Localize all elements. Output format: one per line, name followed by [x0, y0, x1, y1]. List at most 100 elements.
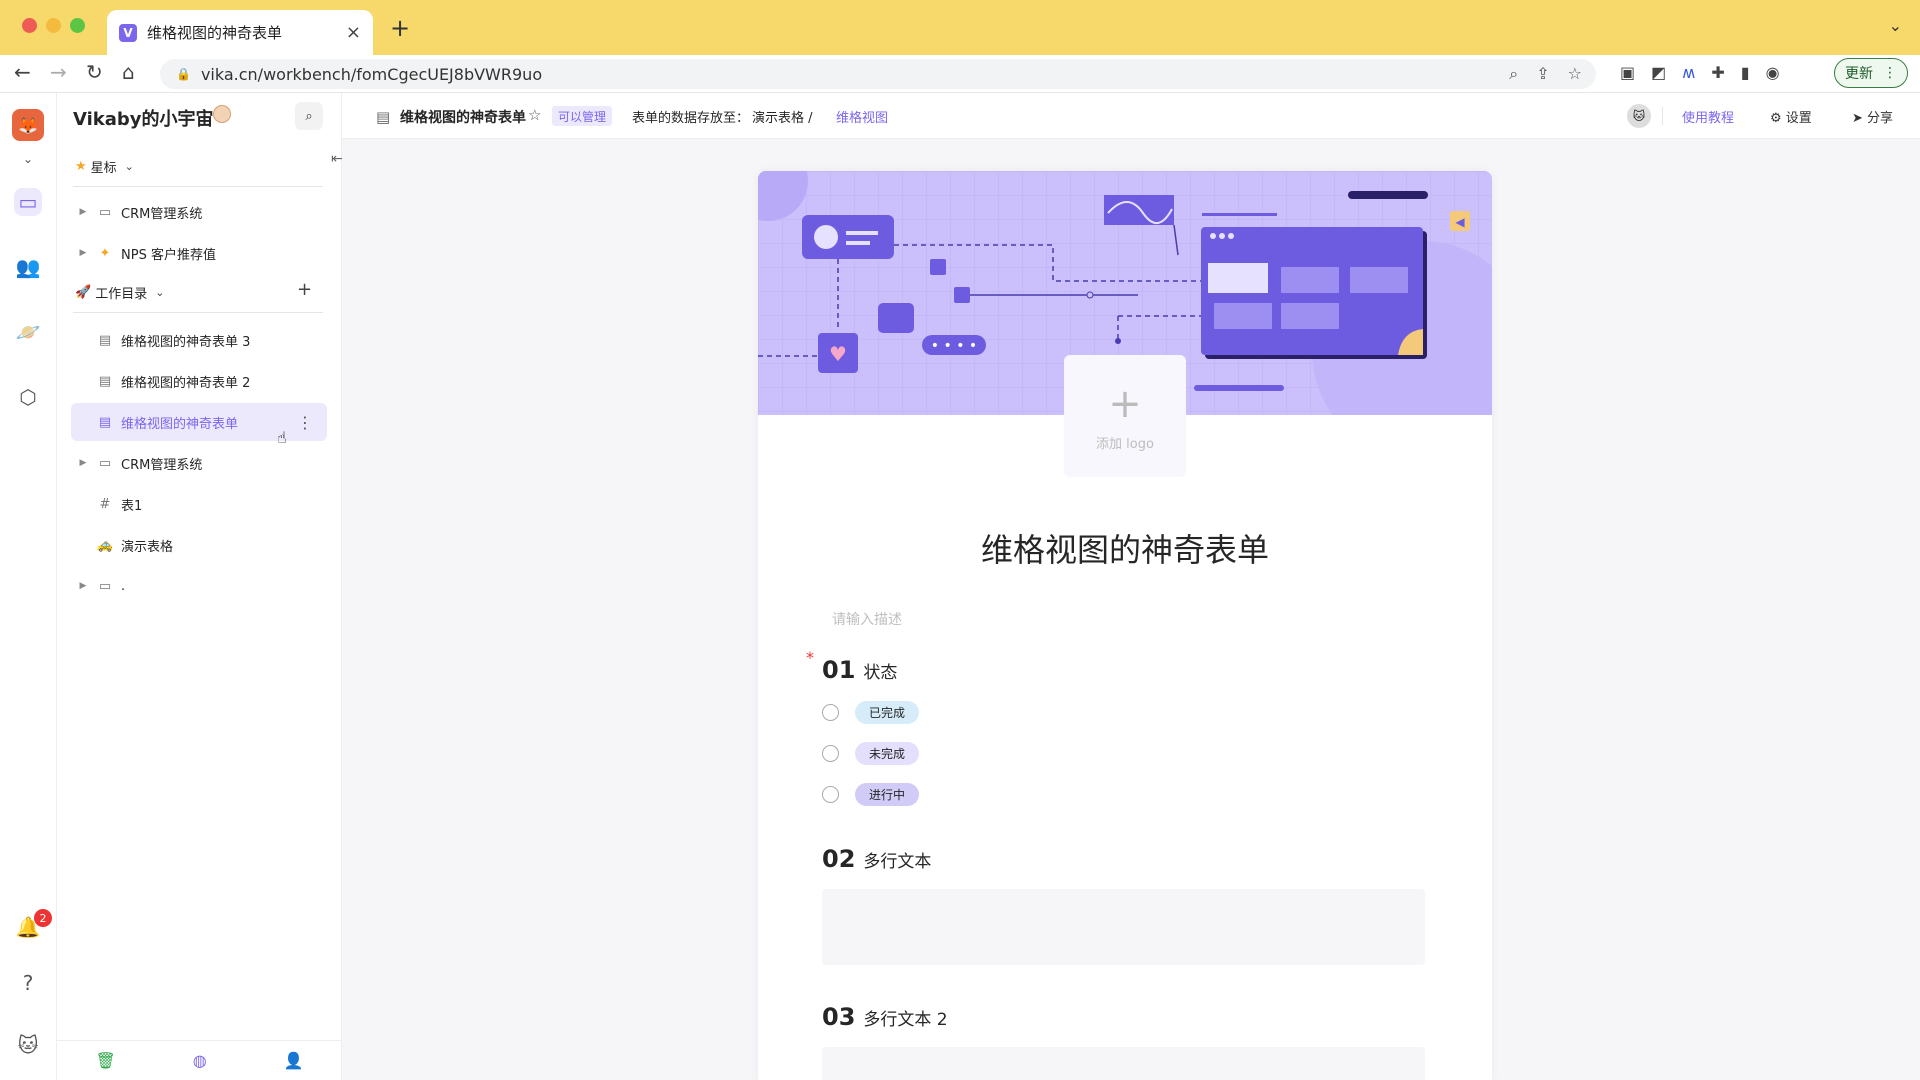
extension-3-icon[interactable]: ʍ — [1682, 63, 1695, 82]
trash-icon[interactable]: 🗑 — [95, 1051, 115, 1070]
svg-text:◀: ◀ — [1455, 215, 1465, 229]
divider — [1662, 107, 1663, 125]
new-tab-button[interactable]: + — [390, 14, 410, 42]
maximize-window-button[interactable] — [70, 18, 85, 33]
invite-member-icon[interactable]: 👤 — [284, 1051, 304, 1070]
more-options-icon[interactable]: ⋮ — [297, 413, 313, 432]
space-avatar[interactable]: 🦊 — [12, 109, 44, 141]
catalog-item-form-3[interactable]: ▤ 维格视图的神奇表单 3 — [71, 321, 327, 359]
browser-tab[interactable]: V 维格视图的神奇表单 × — [107, 10, 373, 55]
question-label: 状态 — [863, 663, 898, 683]
members-icon[interactable]: 👥 — [14, 253, 42, 281]
home-icon[interactable]: ⌂ — [122, 60, 135, 84]
multiline-text-input-2[interactable] — [822, 1047, 1425, 1080]
collaborator-avatar[interactable]: 🐱 — [1627, 104, 1651, 128]
collapse-sidebar-icon[interactable]: ⇤ — [331, 151, 343, 167]
puzzle-icon[interactable]: ✚ — [1711, 63, 1724, 82]
option-completed[interactable]: 已完成 — [822, 701, 920, 724]
close-tab-icon[interactable]: × — [346, 22, 361, 43]
extension-2-icon[interactable]: ◩ — [1651, 63, 1666, 82]
catalog-item-form-2[interactable]: ▤ 维格视图的神奇表单 2 — [71, 362, 327, 400]
node-label: CRM管理系统 — [121, 206, 203, 222]
catalog-item-demo-sheet[interactable]: 🚕 演示表格 — [71, 526, 327, 564]
saved-sheet-link[interactable]: 演示表格 / — [752, 107, 813, 126]
expand-arrow-icon[interactable]: ▶ — [75, 458, 91, 468]
share-button[interactable]: ➤ 分享 — [1852, 107, 1893, 126]
starred-item-crm[interactable]: ▶ ▭ CRM管理系统 — [71, 193, 327, 231]
help-tutorial-link[interactable]: 使用教程 — [1682, 107, 1734, 126]
question-1-title: * 01 状态 — [806, 648, 898, 684]
multiline-text-input[interactable] — [822, 889, 1425, 965]
settings-label: 设置 — [1785, 111, 1812, 126]
form-card: ♥ • • • • ◀ + 添加 logo 维格视图的神奇表单 请输入描述 * … — [758, 171, 1492, 1080]
lock-icon: 🔒 — [176, 67, 191, 81]
starred-section[interactable]: ★ 星标 ⌄ — [75, 157, 134, 176]
close-window-button[interactable] — [22, 18, 37, 33]
question-2-title: 02 多行文本 — [822, 845, 931, 873]
car-emoji-icon: 🚕 — [96, 537, 114, 553]
folder-icon: ▭ — [98, 578, 112, 594]
sidepanel-icon[interactable]: ▮ — [1741, 63, 1750, 82]
omnibox-actions: ⌕ ⇪ ☆ — [1509, 64, 1582, 84]
user-avatar[interactable]: 🐱 — [14, 1031, 42, 1059]
extension-1-icon[interactable]: ▣ — [1620, 63, 1635, 82]
tab-search-chevron-icon[interactable]: ⌄ — [1889, 16, 1902, 35]
form-icon: ▤ — [98, 373, 112, 389]
workbench-icon[interactable]: ▭ — [14, 188, 42, 216]
form-icon: ▤ — [98, 332, 112, 348]
expand-arrow-icon[interactable]: ▶ — [75, 248, 91, 258]
update-button[interactable]: 更新 ⋮ — [1834, 58, 1908, 88]
share-page-icon[interactable]: ⇪ — [1536, 64, 1549, 84]
saved-to-label: 表单的数据存放至： — [632, 111, 750, 126]
zoom-icon[interactable]: ⌕ — [1509, 64, 1518, 84]
search-icon[interactable]: ⌕ — [295, 102, 323, 130]
radio-button[interactable] — [822, 704, 839, 721]
space-switch-chevron-icon[interactable]: ⌄ — [14, 145, 42, 173]
add-logo-button[interactable]: + 添加 logo — [1064, 355, 1186, 477]
reload-icon[interactable]: ↻ — [86, 60, 103, 84]
doc-title[interactable]: 维格视图的神奇表单 — [400, 107, 526, 127]
node-label: 维格视图的神奇表单 2 — [121, 375, 251, 391]
permission-badge: 可以管理 — [552, 106, 613, 126]
catalog-item-crm-folder[interactable]: ▶ ▭ CRM管理系统 — [71, 444, 327, 482]
expand-arrow-icon[interactable]: ▶ — [75, 207, 91, 217]
vika-favicon-icon: V — [119, 23, 137, 42]
expand-arrow-icon[interactable]: ▶ — [75, 581, 91, 591]
profile-avatar-icon[interactable]: ◉ — [1766, 63, 1780, 82]
back-icon[interactable]: ← — [14, 60, 31, 84]
starred-label: 星标 — [90, 161, 117, 176]
catalog-item-table1[interactable]: # 表1 — [71, 485, 327, 523]
grid-icon: # — [99, 496, 111, 512]
question-number: 02 — [822, 845, 856, 873]
catalog-item-form-active[interactable]: ▤ 维格视图的神奇表单 ⋮ — [71, 403, 327, 441]
notification-badge: 2 — [34, 909, 52, 927]
node-label: 维格视图的神奇表单 — [121, 416, 239, 432]
templates-icon[interactable]: ◍ — [193, 1051, 207, 1070]
node-label: CRM管理系统 — [121, 457, 203, 473]
add-node-button[interactable]: + — [297, 279, 312, 300]
form-title[interactable]: 维格视图的神奇表单 — [758, 525, 1492, 571]
address-bar[interactable]: 🔒 vika.cn/workbench/fomCgecUEJ8bVWR9uo ⌕… — [160, 59, 1596, 89]
help-icon[interactable]: ? — [14, 969, 42, 997]
saved-view-link[interactable]: 维格视图 — [836, 107, 888, 126]
form-description-input[interactable]: 请输入描述 — [832, 609, 902, 629]
favorite-star-icon[interactable]: ☆ — [528, 106, 541, 124]
radio-button[interactable] — [822, 786, 839, 803]
bookmark-star-icon[interactable]: ☆ — [1568, 64, 1582, 84]
folder-icon: ▭ — [98, 204, 112, 220]
catalog-item-dot-folder[interactable]: ▶ ▭ . — [71, 567, 327, 605]
settings-hex-icon[interactable]: ⬡ — [14, 383, 42, 411]
settings-button[interactable]: ⚙ 设置 — [1770, 107, 1812, 126]
star-icon: ★ — [75, 159, 87, 174]
option-in-progress[interactable]: 进行中 — [822, 783, 920, 806]
templates-planet-icon[interactable]: 🪐 — [14, 318, 42, 346]
forward-icon[interactable]: → — [50, 60, 67, 84]
node-label: 演示表格 — [121, 539, 174, 555]
url-text: vika.cn/workbench/fomCgecUEJ8bVWR9uo — [200, 64, 543, 84]
starred-item-nps[interactable]: ▶ ✦ NPS 客户推荐值 — [71, 234, 327, 272]
minimize-window-button[interactable] — [46, 18, 61, 33]
browser-titlebar: V 维格视图的神奇表单 × + ⌄ — [0, 0, 1920, 55]
catalog-section[interactable]: 🚀 工作目录 ⌄ — [75, 283, 164, 302]
option-incomplete[interactable]: 未完成 — [822, 742, 920, 765]
radio-button[interactable] — [822, 745, 839, 762]
